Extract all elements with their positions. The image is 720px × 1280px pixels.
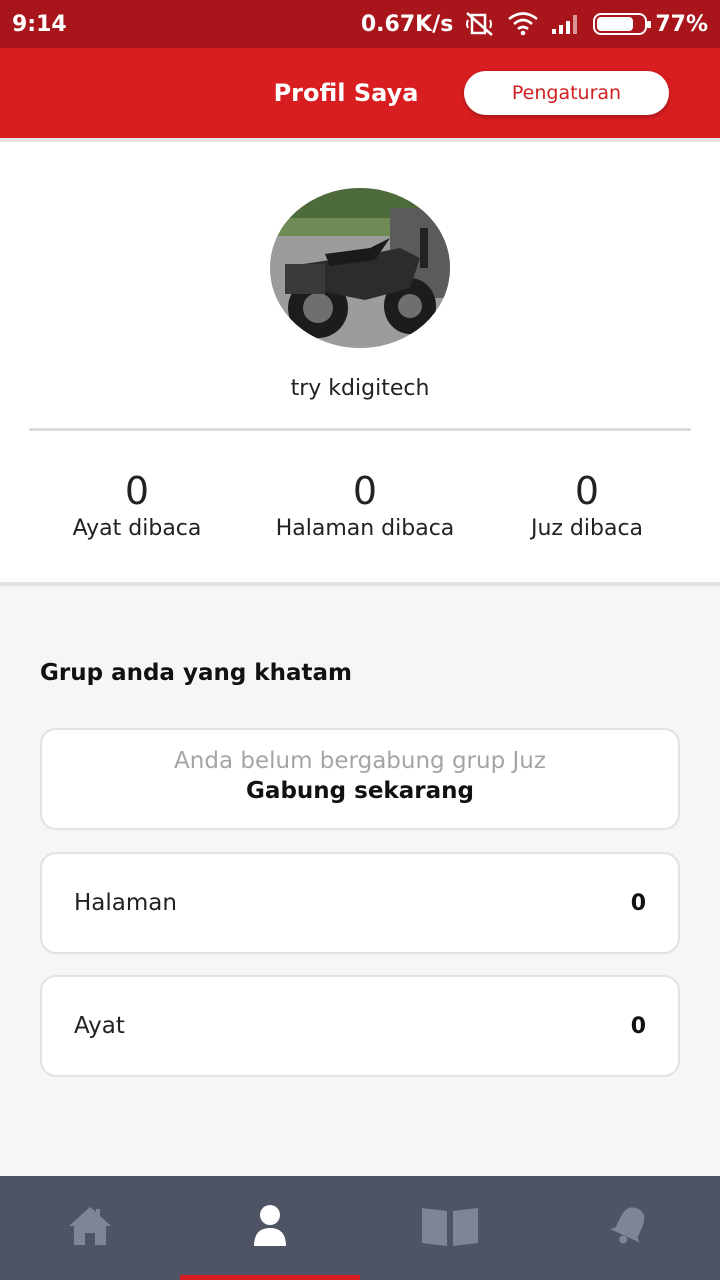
status-time: 9:14 <box>12 11 67 37</box>
profile-icon <box>252 1204 288 1253</box>
group-row-ayat: Ayat 0 <box>40 975 680 1077</box>
row-value: 0 <box>630 1013 646 1039</box>
wifi-icon <box>507 11 539 37</box>
row-label: Ayat <box>74 1013 125 1039</box>
profile-card: try kdigitech 0 Ayat dibaca 0 Halaman di… <box>0 142 720 582</box>
stat-label: Juz dibaca <box>530 516 644 541</box>
home-icon <box>67 1205 113 1252</box>
empty-group-text: Anda belum bergabung grup Juz <box>174 748 546 774</box>
status-bar: 9:14 0.67K/s 77% <box>0 0 720 48</box>
status-indicators: 0.67K/s 77% <box>361 11 708 37</box>
nav-quran[interactable] <box>360 1176 540 1280</box>
battery-icon <box>593 13 652 35</box>
stat-value: 0 <box>352 469 378 513</box>
row-value: 0 <box>630 890 646 916</box>
stat-juz: 0 Juz dibaca <box>467 470 707 546</box>
stat-halaman: 0 Halaman dibaca <box>245 470 485 546</box>
settings-button[interactable]: Pengaturan <box>464 71 669 115</box>
join-group-card[interactable]: Anda belum bergabung grup Juz Gabung sek… <box>40 728 680 830</box>
divider <box>29 428 691 431</box>
notification-bell-icon <box>608 1203 652 1254</box>
app-bar: Profil Saya Pengaturan <box>0 48 720 138</box>
stat-value: 0 <box>124 469 150 513</box>
card-separator <box>0 582 720 586</box>
quran-book-icon <box>420 1204 480 1253</box>
motorcycle-avatar-image <box>270 188 450 348</box>
group-row-halaman: Halaman 0 <box>40 852 680 954</box>
mute-icon <box>465 11 495 37</box>
join-now-link[interactable]: Gabung sekarang <box>42 778 678 804</box>
stat-label: Halaman dibaca <box>275 516 455 541</box>
stat-label: Ayat dibaca <box>72 516 202 541</box>
signal-icon <box>551 13 581 35</box>
bottom-nav <box>0 1176 720 1280</box>
network-speed: 0.67K/s <box>360 11 454 37</box>
page-title: Profil Saya <box>273 79 419 107</box>
avatar[interactable] <box>270 188 450 348</box>
stat-ayat: 0 Ayat dibaca <box>17 470 257 546</box>
username: try kdigitech <box>290 376 430 401</box>
row-label: Halaman <box>74 890 177 916</box>
battery-indicator: 77% <box>593 12 708 37</box>
battery-percent: 77% <box>655 11 708 37</box>
nav-notifications[interactable] <box>540 1176 720 1280</box>
section-title: Grup anda yang khatam <box>40 660 352 686</box>
nav-home[interactable] <box>0 1176 180 1280</box>
stat-value: 0 <box>574 469 600 513</box>
nav-profile[interactable] <box>180 1176 360 1280</box>
